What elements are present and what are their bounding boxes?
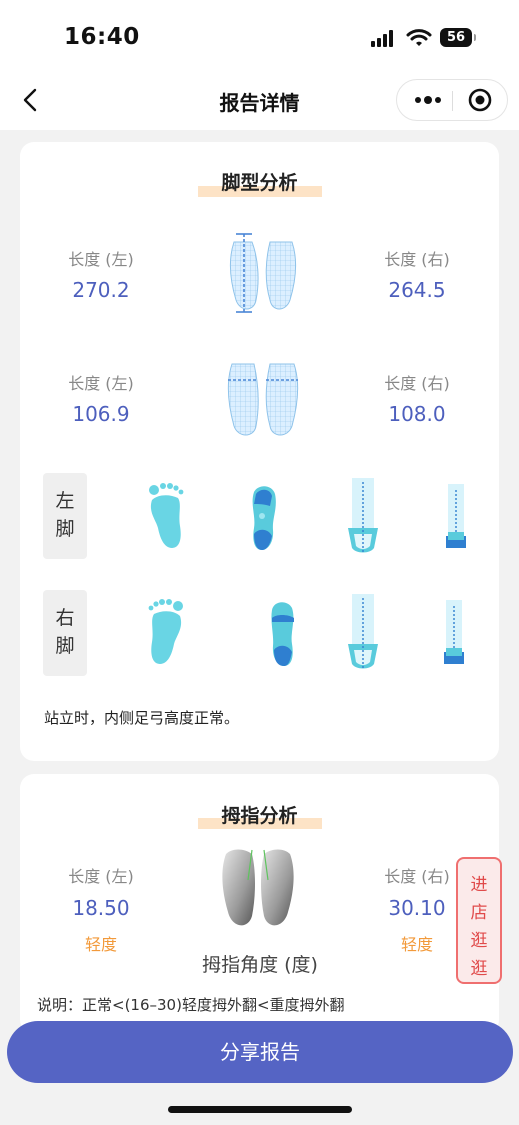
home-indicator	[168, 1106, 352, 1113]
visit-store-button[interactable]: 进 店 逛 逛	[456, 857, 502, 984]
left-foot-label-char-2: 脚	[55, 518, 75, 540]
right-footprint-icon	[148, 599, 183, 664]
visit-store-char-3: 逛	[470, 931, 488, 951]
left-foot-label: 左 脚	[43, 473, 87, 559]
right-foot-label-char-1: 右	[55, 607, 75, 629]
left-arch-height-icon	[446, 484, 466, 548]
more-icon[interactable]	[405, 80, 450, 120]
signal-icon	[371, 30, 395, 47]
toe-left-label: 长度 (左)	[68, 867, 134, 886]
right-foot-label-char-2: 脚	[55, 635, 75, 657]
wifi-icon	[406, 29, 432, 46]
width-left-label: 长度 (左)	[68, 374, 134, 393]
width-left-value: 106.9	[72, 402, 130, 426]
toe-angle-note: 说明：正常<(16–30)轻度拇外翻<重度拇外翻	[37, 996, 345, 1014]
visit-store-char-4: 逛	[470, 959, 488, 979]
width-right-value: 108.0	[388, 402, 446, 426]
status-bar: 16:40 56	[0, 0, 519, 70]
toe-left-severity: 轻度	[84, 935, 117, 954]
toe-angle-title: 拇指角度 (度)	[202, 954, 318, 976]
foot-length-diagram-icon	[229, 233, 297, 313]
left-pressure-map-icon	[252, 486, 276, 550]
length-right-value: 264.5	[388, 278, 446, 302]
right-arch-height-icon	[444, 600, 464, 664]
capsule-divider	[452, 91, 453, 111]
foot-analysis-card: 脚型分析 长度 (左) 270.2 长度 (右) 264.5 长度 (左) 10…	[20, 142, 499, 761]
close-miniprogram-icon[interactable]	[459, 80, 503, 120]
toe-analysis-title: 拇指分析	[221, 805, 298, 827]
length-left-value: 270.2	[72, 278, 130, 302]
toe-analysis-card: 拇指分析 长度 (左) 18.50 轻度 拇指角度 (度) 长度 (右) 30.…	[20, 774, 499, 1034]
visit-store-char-1: 进	[470, 875, 488, 895]
arch-description: 站立时，内侧足弓高度正常。	[44, 709, 240, 727]
battery-icon: 56	[440, 28, 476, 47]
left-footprint-icon	[149, 483, 184, 548]
left-foot-label-char-1: 左	[55, 490, 75, 512]
nav-bar: 报告详情	[0, 70, 519, 130]
left-heel-alignment-icon	[348, 478, 378, 553]
right-heel-alignment-icon	[348, 594, 378, 669]
foot-analysis-title: 脚型分析	[221, 172, 298, 194]
length-left-label: 长度 (左)	[68, 250, 134, 269]
visit-store-char-2: 店	[470, 903, 488, 923]
bunion-3d-foot-icon	[222, 849, 294, 926]
capsule-menu	[396, 79, 508, 121]
width-right-label: 长度 (右)	[384, 374, 450, 393]
toe-left-value: 18.50	[72, 896, 130, 920]
foot-width-diagram-icon	[227, 363, 299, 436]
right-pressure-map-icon	[271, 602, 294, 666]
length-right-label: 长度 (右)	[384, 250, 450, 269]
share-report-button[interactable]: 分享报告	[7, 1021, 513, 1083]
status-time: 16:40	[64, 24, 140, 50]
right-foot-label: 右 脚	[43, 590, 87, 676]
